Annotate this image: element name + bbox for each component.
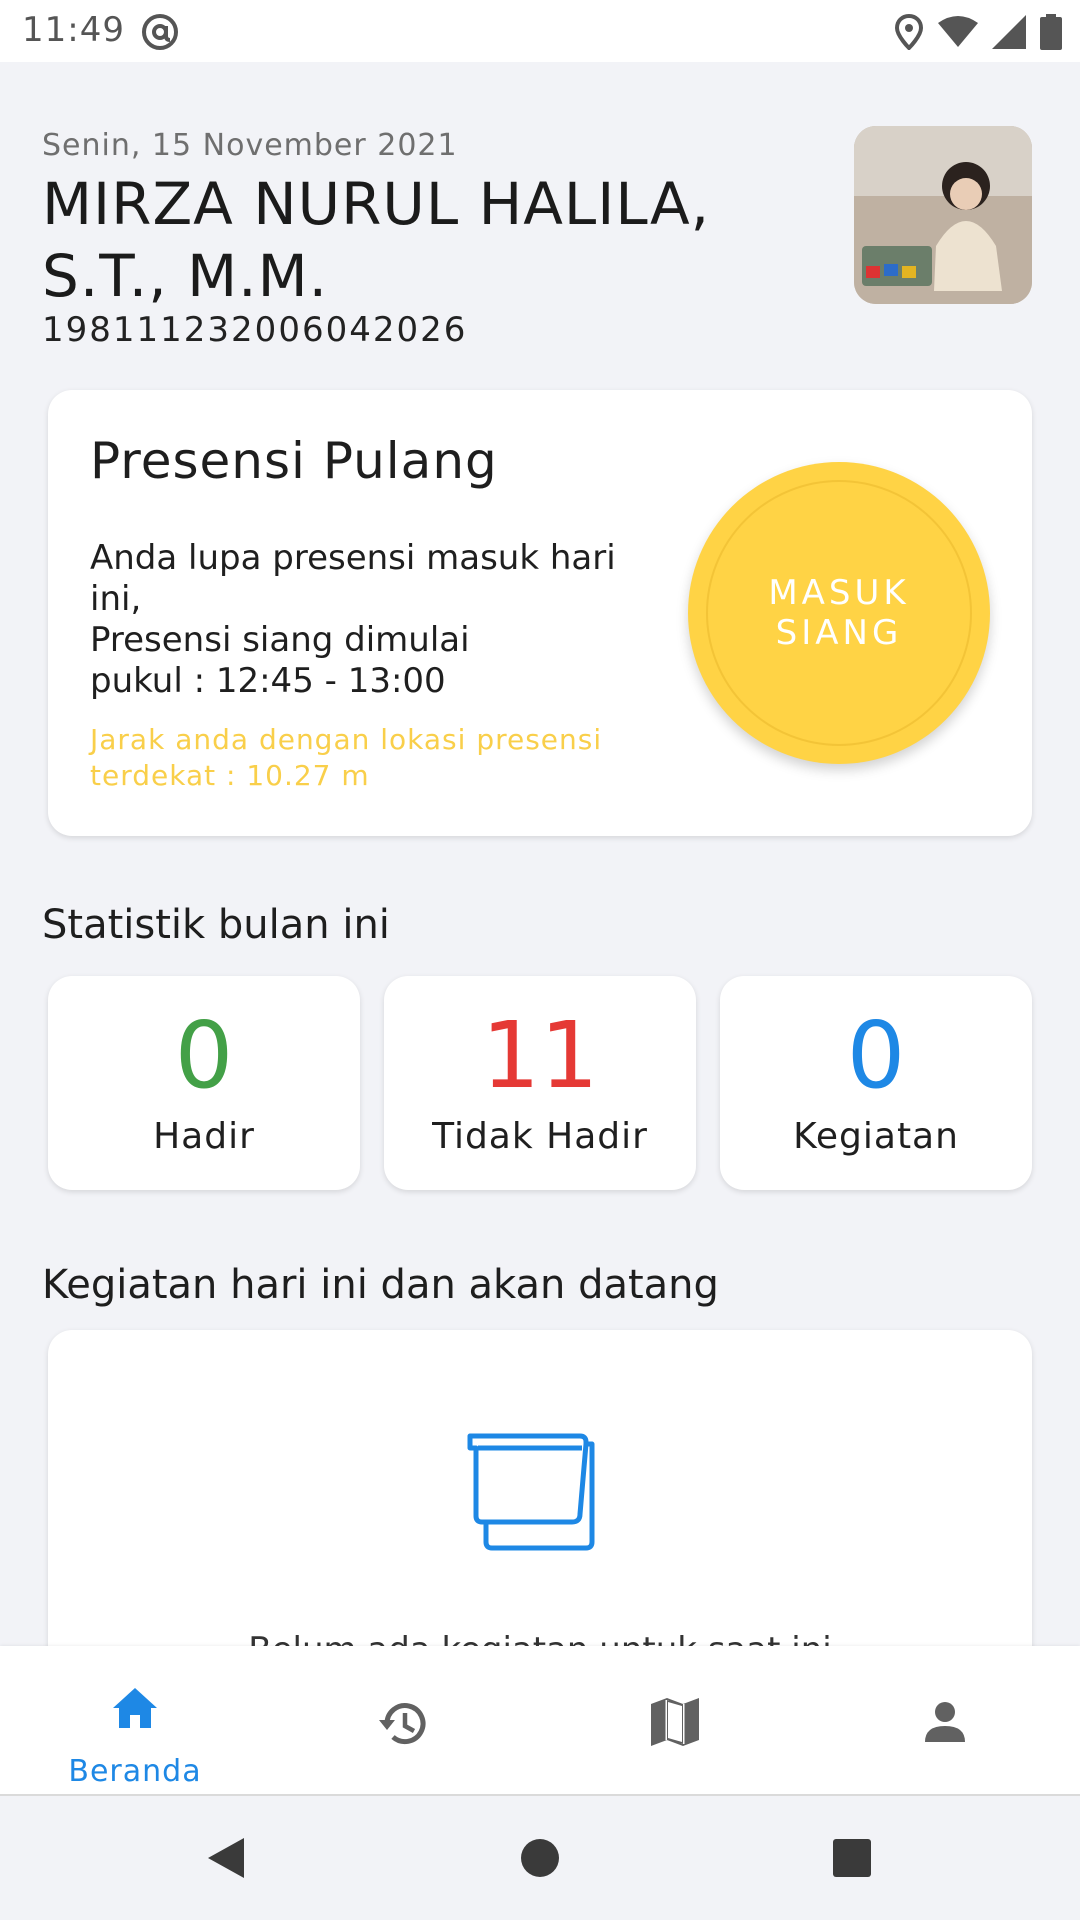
battery-icon [1040, 14, 1062, 50]
user-nip: 198111232006042026 [42, 310, 468, 350]
history-icon [379, 1703, 426, 1745]
nav-label-beranda: Beranda [68, 1754, 202, 1789]
stat-card-hadir[interactable]: 0 Hadir [48, 976, 360, 1190]
presensi-message-line: pukul : 12:45 - 13:00 [90, 661, 446, 701]
nav-item-history[interactable] [270, 1646, 540, 1794]
at-sign-icon [142, 14, 178, 50]
user-name: MIRZA NURUL HALILA, S.T., M.M. [42, 168, 742, 312]
kegiatan-title: Kegiatan hari ini dan akan datang [42, 1262, 719, 1308]
presensi-distance: Jarak anda dengan lokasi presensi terdek… [90, 722, 650, 794]
status-time: 11:49 [22, 10, 125, 50]
masuk-label-line1: MASUK [768, 573, 910, 613]
presensi-title: Presensi Pulang [90, 432, 498, 490]
masuk-siang-button[interactable]: MASUK SIANG [688, 462, 990, 764]
status-bar: 11:49 [0, 0, 1080, 62]
home-nav-icon[interactable] [520, 1838, 560, 1878]
stat-label: Hadir [153, 1116, 255, 1157]
person-icon [925, 1702, 965, 1742]
masuk-label-line2: SIANG [775, 613, 903, 653]
bottom-navigation: Beranda [0, 1646, 1080, 1796]
presensi-message: Anda lupa presensi masuk hari ini, Prese… [90, 538, 620, 702]
nav-item-profile[interactable] [810, 1646, 1080, 1794]
avatar[interactable] [854, 126, 1032, 304]
wifi-icon [938, 16, 978, 47]
presensi-distance-line2: terdekat : 10.27 m [90, 759, 370, 792]
home-icon [113, 1688, 157, 1728]
masuk-siang-label: MASUK SIANG [739, 573, 939, 653]
presensi-card: Presensi Pulang Anda lupa presensi masuk… [48, 390, 1032, 836]
user-name-line2: S.T., M.M. [42, 242, 329, 310]
nav-item-beranda[interactable]: Beranda [0, 1646, 270, 1794]
nav-item-map[interactable] [540, 1646, 810, 1794]
stat-value: 0 [846, 1002, 906, 1109]
statistik-title: Statistik bulan ini [42, 902, 390, 948]
stat-label: Kegiatan [793, 1116, 959, 1157]
presensi-message-line: Presensi siang dimulai [90, 620, 470, 660]
recents-icon[interactable] [832, 1838, 872, 1878]
presensi-message-line: ini, [90, 579, 142, 619]
system-navigation-bar [0, 1796, 1080, 1920]
presensi-distance-line1: Jarak anda dengan lokasi presensi [90, 723, 603, 756]
stat-label: Tidak Hadir [432, 1116, 648, 1157]
back-icon[interactable] [206, 1836, 246, 1880]
presensi-message-line: Anda lupa presensi masuk hari [90, 538, 616, 578]
stat-value: 11 [481, 1002, 599, 1109]
stat-card-kegiatan[interactable]: 0 Kegiatan [720, 976, 1032, 1190]
signal-icon [992, 15, 1026, 49]
stat-value: 0 [174, 1002, 234, 1109]
current-date: Senin, 15 November 2021 [42, 128, 458, 163]
map-icon [651, 1698, 699, 1746]
avatar-photo [854, 126, 1032, 304]
notepad-icon [467, 1433, 595, 1551]
location-icon [894, 14, 924, 50]
stat-card-tidak-hadir[interactable]: 11 Tidak Hadir [384, 976, 696, 1190]
user-name-line1: MIRZA NURUL HALILA, [42, 170, 711, 238]
